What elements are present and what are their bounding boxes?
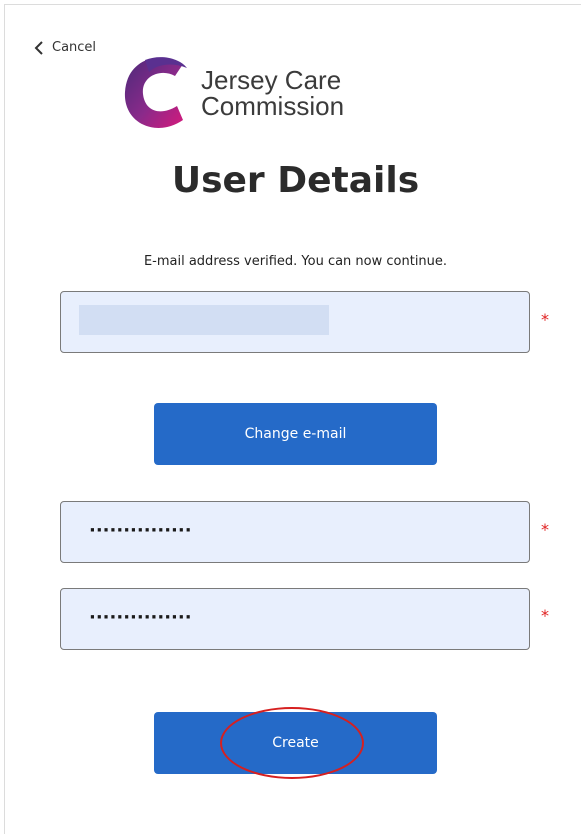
verification-message: E-mail address verified. You can now con… — [143, 254, 448, 269]
confirm-password-masked-value: ··············· — [89, 607, 192, 628]
create-button[interactable]: Create — [154, 712, 437, 774]
password-masked-value: ··············· — [89, 520, 192, 541]
logo-mark-icon — [124, 57, 187, 128]
email-required-marker: * — [541, 310, 549, 329]
logo-text: Jersey Care Commission — [201, 67, 344, 119]
page-title: User Details — [171, 160, 420, 201]
change-email-button[interactable]: Change e-mail — [154, 403, 437, 465]
confirm-password-required-marker: * — [541, 606, 549, 625]
confirm-password-field[interactable]: ··············· — [60, 588, 530, 650]
cancel-label: Cancel — [52, 40, 97, 55]
cancel-link[interactable]: Cancel — [34, 40, 96, 55]
jersey-care-commission-logo: Jersey Care Commission — [121, 54, 344, 132]
password-required-marker: * — [541, 520, 549, 539]
email-value-redacted — [79, 305, 329, 335]
chevron-left-icon — [34, 40, 43, 55]
logo-line-2: Commission — [201, 91, 345, 121]
password-field[interactable]: ··············· — [60, 501, 530, 563]
logo-line-1: Jersey Care — [201, 65, 342, 95]
email-field[interactable] — [60, 291, 530, 353]
